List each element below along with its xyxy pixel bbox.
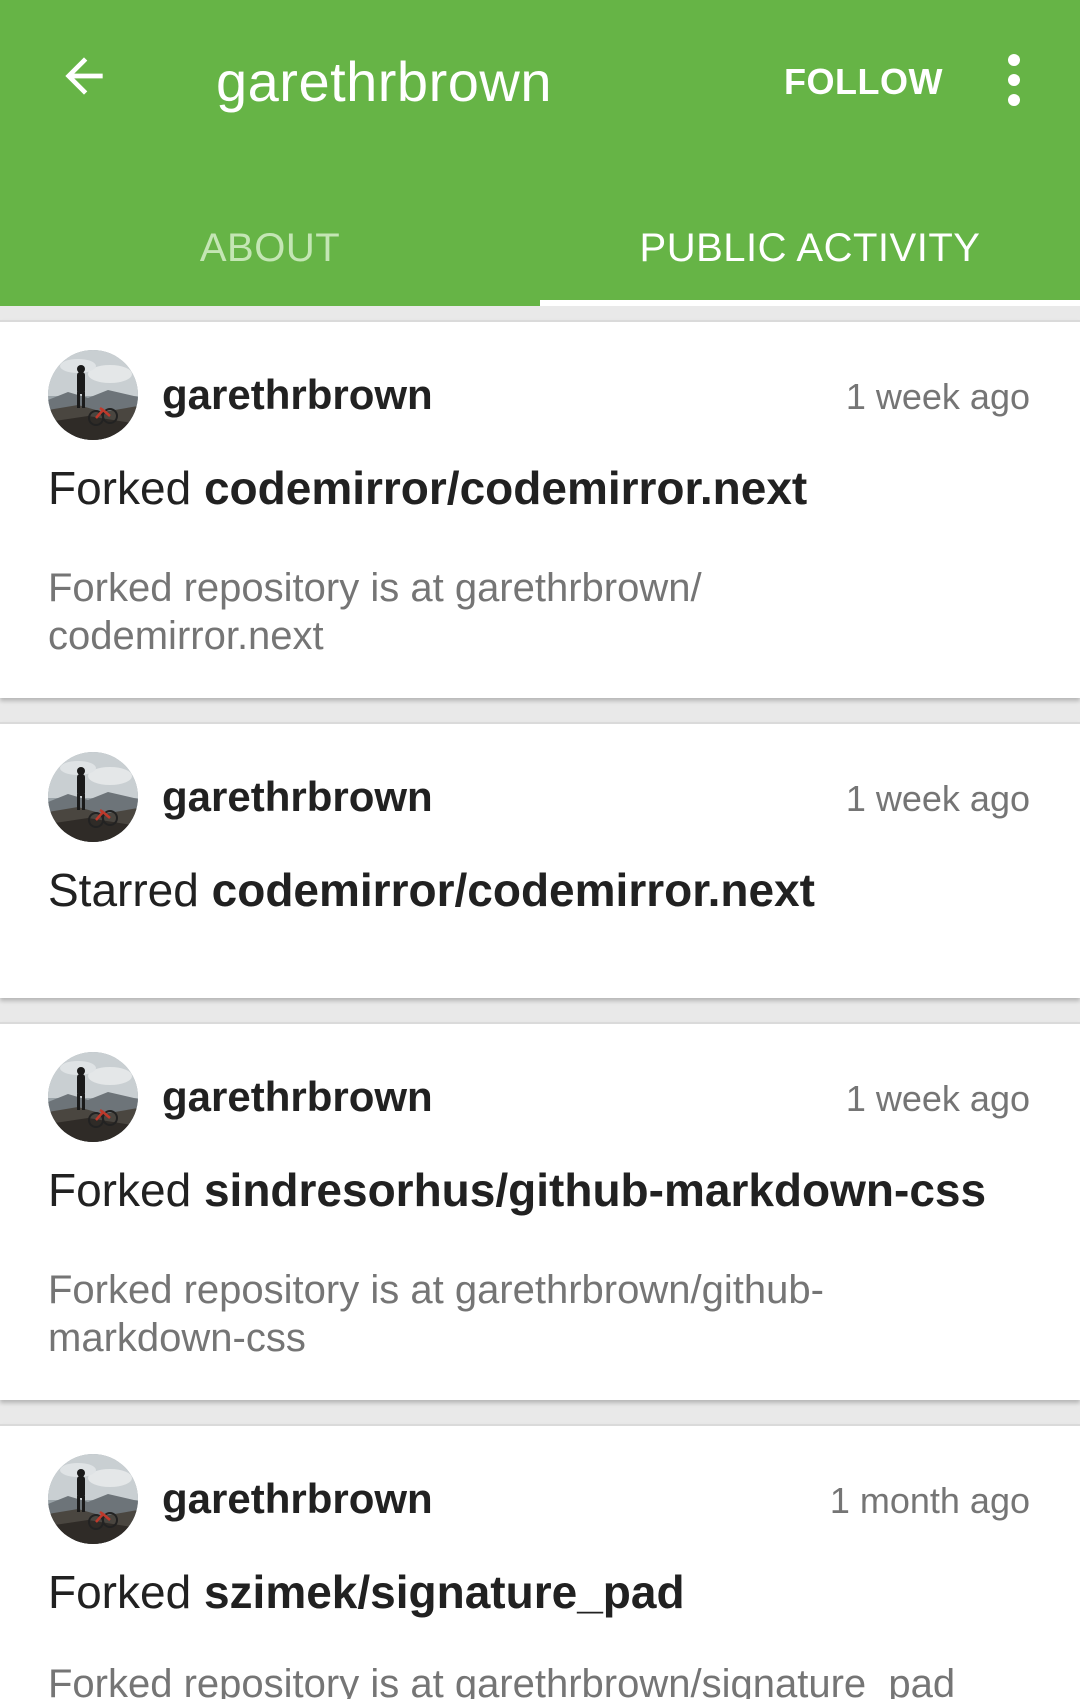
avatar[interactable] <box>48 1052 138 1142</box>
activity-time: 1 week ago <box>845 1078 1030 1119</box>
follow-button[interactable]: FOLLOW <box>784 52 943 112</box>
repo-link[interactable]: codemirror/codemirror.next <box>204 462 807 514</box>
activity-verb: Forked <box>48 462 192 514</box>
activity-card[interactable]: garethrbrown 1 week ago Starred codemirr… <box>0 722 1080 998</box>
description-line: markdown-css <box>48 1316 306 1360</box>
activity-verb: Forked <box>48 1566 192 1618</box>
activity-verb: Forked <box>48 1164 192 1216</box>
page-title: garethrbrown <box>216 50 552 113</box>
activity-time: 1 week ago <box>845 778 1030 819</box>
activity-verb: Starred <box>48 864 199 916</box>
description-line: Forked repository is at garethrbrown/ <box>48 566 702 610</box>
activity-action: Forked szimek/signature_pad <box>48 1562 685 1622</box>
activity-action: Starred codemirror/codemirror.next <box>48 860 815 920</box>
activity-username[interactable]: garethrbrown <box>162 772 433 822</box>
more-vertical-icon <box>1008 54 1020 106</box>
tab-about[interactable]: ABOUT <box>0 190 540 306</box>
avatar[interactable] <box>48 1454 138 1544</box>
activity-username[interactable]: garethrbrown <box>162 1474 433 1524</box>
arrow-left-icon <box>65 57 103 95</box>
app-bar: garethrbrown FOLLOW ABOUT PUBLIC ACTIVIT… <box>0 0 1080 306</box>
activity-action: Forked codemirror/codemirror.next <box>48 458 807 518</box>
activity-time: 1 month ago <box>829 1480 1030 1521</box>
repo-link[interactable]: codemirror/codemirror.next <box>212 864 815 916</box>
description-line: codemirror.next <box>48 614 324 658</box>
avatar[interactable] <box>48 752 138 842</box>
activity-username[interactable]: garethrbrown <box>162 370 433 420</box>
activity-card[interactable]: garethrbrown 1 week ago Forked sindresor… <box>0 1022 1080 1400</box>
tab-bar: ABOUT PUBLIC ACTIVITY <box>0 190 1080 306</box>
repo-link[interactable]: szimek/signature_pad <box>204 1566 685 1618</box>
activity-card[interactable]: garethrbrown 1 week ago Forked codemirro… <box>0 320 1080 698</box>
activity-description: Forked repository is at garethrbrown/ co… <box>48 564 928 660</box>
repo-link[interactable]: sindresorhus/github-markdown-css <box>204 1164 986 1216</box>
description-line: Forked repository is at garethrbrown/git… <box>48 1268 824 1312</box>
activity-card[interactable]: garethrbrown 1 month ago Forked szimek/s… <box>0 1424 1080 1699</box>
activity-feed: garethrbrown 1 week ago Forked codemirro… <box>0 306 1080 1699</box>
activity-time: 1 week ago <box>845 376 1030 417</box>
tab-public-activity[interactable]: PUBLIC ACTIVITY <box>540 190 1080 306</box>
overflow-menu-button[interactable] <box>992 48 1036 112</box>
activity-action: Forked sindresorhus/github-markdown-css <box>48 1160 986 1220</box>
activity-description: Forked repository is at garethrbrown/sig… <box>48 1660 1048 1699</box>
back-button[interactable] <box>48 40 120 112</box>
activity-username[interactable]: garethrbrown <box>162 1072 433 1122</box>
description-line: Forked repository is at garethrbrown/sig… <box>48 1662 956 1699</box>
activity-description: Forked repository is at garethrbrown/git… <box>48 1266 928 1362</box>
avatar[interactable] <box>48 350 138 440</box>
